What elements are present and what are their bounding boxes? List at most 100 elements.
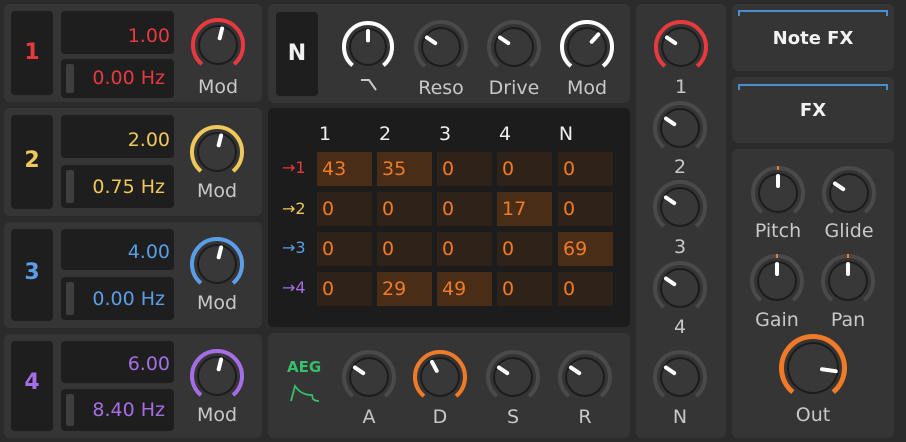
matrix-cell-value: 49 (442, 278, 467, 300)
osc-mod-knob[interactable] (186, 233, 248, 295)
osc-number: 4 (24, 370, 40, 395)
matrix-cell-value: 0 (322, 198, 335, 220)
matrix-cell[interactable]: 29 (377, 272, 432, 306)
matrix-cell[interactable]: 69 (558, 232, 613, 266)
glide-knob[interactable] (818, 162, 880, 224)
matrix-cell-value: 43 (322, 158, 347, 180)
knob-label: A (362, 406, 376, 428)
knob-label: 4 (673, 316, 687, 338)
matrix-col-header: 1 (318, 123, 332, 145)
osc-rate-value: 2.00 (127, 129, 170, 151)
matrix-cell-value: 0 (563, 198, 576, 220)
matrix-cell-value: 0 (502, 278, 515, 300)
matrix-cell[interactable]: 0 (558, 152, 613, 186)
decay-knob[interactable] (409, 346, 471, 408)
filter-drive-knob[interactable] (483, 16, 545, 78)
matrix-cell-value: 0 (502, 238, 515, 260)
osc-freq-value: 0.00 Hz (92, 288, 165, 310)
matrix-cell[interactable]: 0 (497, 152, 552, 186)
knob-label: 1 (674, 76, 688, 98)
out-knob[interactable] (775, 330, 851, 406)
output-knob-noise[interactable] (649, 346, 711, 408)
knob-label: 2 (673, 156, 687, 178)
osc-freq-value: 8.40 Hz (92, 399, 165, 421)
osc-mod-knob[interactable] (186, 345, 248, 407)
matrix-cell[interactable]: 35 (377, 152, 432, 186)
matrix-cell-value: 0 (442, 198, 455, 220)
osc-number: 2 (24, 148, 40, 173)
matrix-cell[interactable]: 0 (437, 192, 492, 226)
matrix-cell-value: 17 (502, 198, 527, 220)
knob-label: D (432, 406, 448, 428)
osc-mod-knob[interactable] (186, 121, 248, 183)
fx-bracket (738, 84, 888, 90)
matrix-cell-value: 0 (322, 238, 335, 260)
matrix-cell-value: 0 (322, 278, 335, 300)
knob-label: Out (795, 404, 831, 426)
matrix-cell-value: 0 (563, 158, 576, 180)
knob-label: Mod (196, 404, 238, 426)
noise-label: N (287, 41, 307, 66)
matrix-cell[interactable]: 0 (497, 232, 552, 266)
matrix-cell-value: 29 (382, 278, 407, 300)
knob-label: S (506, 406, 520, 428)
knob-label: Mod (196, 180, 238, 202)
output-knob-4[interactable] (649, 257, 711, 319)
matrix-cell[interactable]: 0 (558, 272, 613, 306)
matrix-cell[interactable]: 49 (437, 272, 492, 306)
matrix-row-label: →4 (282, 278, 306, 297)
pitch-knob[interactable] (747, 162, 809, 224)
osc-mod-knob[interactable] (187, 14, 249, 76)
matrix-cell[interactable]: 0 (437, 152, 492, 186)
matrix-cell-value: 0 (442, 158, 455, 180)
filter-reso-knob[interactable] (410, 16, 472, 78)
knob-label: N (672, 406, 688, 428)
matrix-cell-value: 69 (563, 238, 588, 260)
attack-knob[interactable] (338, 346, 400, 408)
matrix-cell[interactable]: 0 (317, 232, 372, 266)
matrix-cell[interactable]: 0 (437, 232, 492, 266)
matrix-cell[interactable]: 17 (497, 192, 552, 226)
knob-label: Pan (830, 309, 866, 331)
matrix-cell-value: 35 (382, 158, 407, 180)
matrix-cell[interactable]: 0 (317, 272, 372, 306)
matrix-cell[interactable]: 0 (317, 192, 372, 226)
device-window: 1 1.00 0.00 Hz 2 2.00 0.75 Hz 3 4.00 0.0… (0, 0, 906, 442)
osc-rate-value: 4.00 (127, 241, 170, 263)
fx-label: FX (799, 100, 827, 121)
output-knob-1[interactable] (650, 16, 712, 78)
knob-label: Pitch (754, 220, 802, 242)
filter-mod-knob[interactable] (556, 16, 618, 78)
knob-label: Mod (566, 77, 608, 99)
matrix-cell[interactable]: 0 (497, 272, 552, 306)
matrix-row-label: →1 (282, 158, 306, 177)
gain-knob[interactable] (746, 250, 808, 312)
output-knob-2[interactable] (649, 97, 711, 159)
matrix-cell-value: 0 (442, 238, 455, 260)
matrix-cell-value: 0 (502, 158, 515, 180)
filter-cutoff-knob[interactable] (338, 17, 398, 77)
matrix-col-header: 3 (438, 123, 452, 145)
osc-rate-value: 6.00 (127, 353, 170, 375)
matrix-cell-value: 0 (382, 238, 395, 260)
matrix-col-header: 2 (378, 123, 392, 145)
pan-knob[interactable] (817, 250, 879, 312)
matrix-cell[interactable]: 0 (377, 192, 432, 226)
osc-rate-value: 1.00 (127, 25, 170, 47)
knob-label: R (578, 406, 592, 428)
knob-label: Mod (197, 76, 239, 98)
output-knob-3[interactable] (649, 176, 711, 238)
matrix-cell[interactable]: 43 (317, 152, 372, 186)
envelope-label: AEG (287, 358, 322, 376)
matrix-row-label: →3 (282, 238, 306, 257)
knob-label: Drive (488, 77, 540, 99)
sustain-knob[interactable] (482, 346, 544, 408)
osc-freq-value: 0.75 Hz (92, 176, 165, 198)
matrix-cell[interactable]: 0 (377, 232, 432, 266)
matrix-row-label: →2 (282, 199, 306, 218)
release-knob[interactable] (554, 346, 616, 408)
osc-freq-value: 0.00 Hz (92, 67, 165, 89)
matrix-cell[interactable]: 0 (558, 192, 613, 226)
matrix-cell-value: 0 (382, 198, 395, 220)
osc-number: 3 (24, 260, 40, 285)
